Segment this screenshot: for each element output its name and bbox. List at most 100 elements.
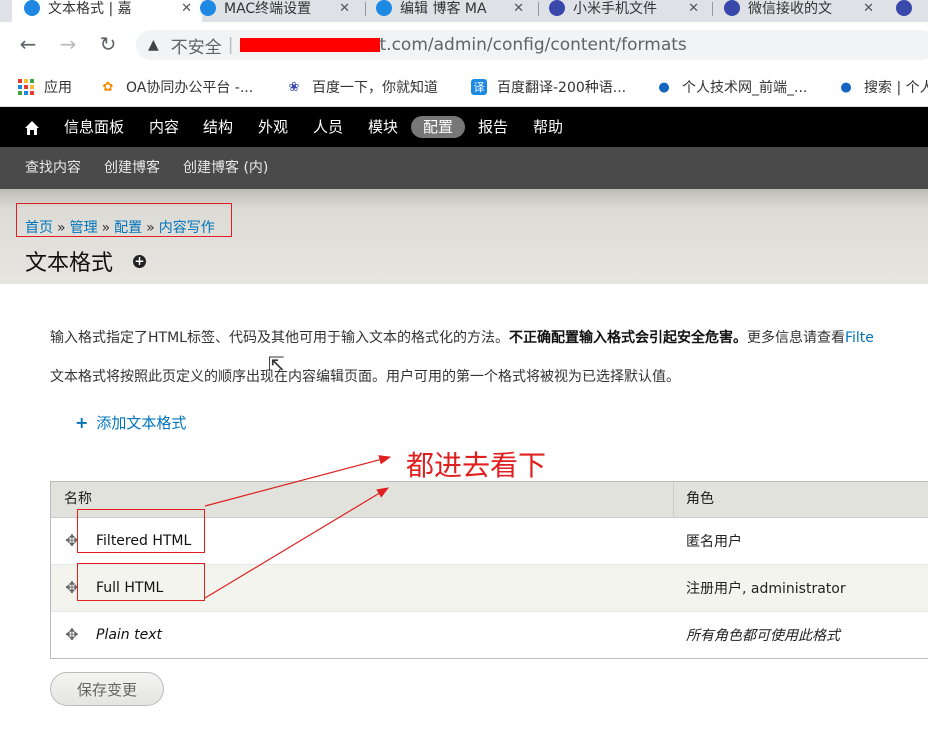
baidu-paw-icon: ❀ — [288, 79, 300, 95]
tab-close-icon[interactable]: ✕ — [513, 1, 524, 16]
drupal-favicon-icon — [24, 0, 40, 16]
drupal-favicon-icon — [200, 0, 216, 16]
reload-icon[interactable]: ↻ — [94, 30, 122, 58]
annotation-highlight-box — [77, 563, 205, 601]
bookmark-oa[interactable]: ✿ OA协同办公平台 -... — [100, 77, 254, 97]
breadcrumb-admin[interactable]: 管理 — [70, 220, 98, 236]
shortcut-create-blog[interactable]: 创建博客 — [104, 147, 160, 189]
page-title: 文本格式 — [25, 251, 114, 276]
tab-separator — [712, 2, 713, 16]
admin-menu-modules[interactable]: 模块 — [368, 107, 398, 147]
bookmark-label: 百度一下，你就知道 — [312, 80, 438, 96]
tab-close-icon[interactable]: ✕ — [688, 1, 699, 16]
roles-cell: 所有角色都可使用此格式 — [686, 628, 840, 644]
description-line-2: 文本格式将按照此页定义的顺序出现在内容编辑页面。用户可用的第一个格式将被视为已选… — [50, 369, 680, 385]
translate-icon: 译 — [471, 79, 487, 95]
bookmark-apps[interactable]: 应用 — [18, 77, 72, 97]
admin-menu-help[interactable]: 帮助 — [533, 107, 563, 147]
roles-cell: 匿名用户 — [686, 534, 742, 550]
column-header-roles: 角色 — [686, 491, 714, 507]
forward-arrow-icon[interactable]: → — [54, 30, 82, 58]
tab-label: 小米手机文件 — [573, 1, 657, 17]
url-text: t.com/admin/config/content/formats — [379, 35, 687, 55]
plus-icon: + — [75, 413, 89, 432]
address-bar[interactable]: ▲ 不安全 | t.com/admin/config/content/forma… — [136, 30, 928, 60]
redacted-domain — [239, 38, 380, 52]
tab-close-icon[interactable]: ✕ — [181, 1, 192, 16]
tab-label: 微信接收的文 — [748, 1, 832, 17]
breadcrumb-home[interactable]: 首页 — [25, 220, 53, 236]
description-line-1: 输入格式指定了HTML标签、代码及其他可用于输入文本的格式化的方法。不正确配置输… — [50, 327, 874, 347]
format-name-cell: ✥ Plain text — [51, 627, 674, 644]
breadcrumb-sep: » — [146, 220, 155, 236]
shortcut-create-blog-inner[interactable]: 创建博客 (内) — [183, 147, 268, 189]
breadcrumb-content-authoring[interactable]: 内容写作 — [159, 220, 215, 236]
browser-tab[interactable]: 编辑 博客 MA ✕ — [376, 0, 534, 22]
shortcut-find-content[interactable]: 查找内容 — [25, 147, 81, 189]
tab-close-icon[interactable]: ✕ — [863, 1, 874, 16]
home-icon[interactable] — [24, 107, 40, 147]
tab-separator — [538, 2, 539, 16]
oa-flower-icon: ✿ — [102, 79, 114, 95]
apps-grid-icon — [18, 79, 34, 95]
security-warning: 不正确配置输入格式会引起安全危害。 — [508, 330, 747, 346]
browser-tab-strip: 文本格式 | 嘉 ✕ MAC终端设置 ✕ 编辑 博客 MA ✕ 小米手机文件 ✕… — [0, 0, 928, 22]
mouse-cursor-icon: ⇱ — [268, 352, 285, 376]
breadcrumb-sep: » — [57, 220, 66, 236]
admin-menu-reports[interactable]: 报告 — [478, 107, 508, 147]
browser-tab[interactable]: MAC终端设置 ✕ — [200, 0, 360, 22]
admin-menu-people[interactable]: 人员 — [313, 107, 343, 147]
save-changes-button[interactable]: 保存变更 — [50, 672, 164, 706]
browser-toolbar: ← → ↻ ▲ 不安全 | t.com/admin/config/content… — [0, 22, 928, 68]
description-text: 更多信息请查看 — [746, 330, 845, 346]
bookmark-label: 应用 — [44, 80, 72, 96]
browser-tab[interactable]: 微信接收的文 ✕ — [724, 0, 884, 22]
table-row: ✥ Plain text 所有角色都可使用此格式 — [51, 612, 928, 658]
bookmark-baidu[interactable]: ❀ 百度一下，你就知道 — [286, 77, 438, 97]
browser-tab-active[interactable]: 文本格式 | 嘉 ✕ — [12, 0, 202, 22]
tab-label: 文本格式 | 嘉 — [48, 1, 132, 17]
format-name-link[interactable]: Plain text — [96, 627, 162, 643]
drupal-drop-icon: ● — [840, 79, 852, 95]
roles-cell: 注册用户, administrator — [686, 581, 846, 597]
admin-toolbar: 信息面板 内容 结构 外观 人员 模块 配置 报告 帮助 — [0, 107, 928, 147]
baidu-favicon-icon — [724, 0, 740, 16]
tab-label: MAC终端设置 — [224, 1, 312, 17]
tab-label: 编辑 博客 MA — [400, 1, 487, 17]
baidu-favicon-icon — [896, 0, 912, 16]
bookmark-translate[interactable]: 译 百度翻译-200种语... — [471, 77, 626, 97]
add-shortcut-icon[interactable]: + — [133, 255, 146, 268]
admin-menu-structure[interactable]: 结构 — [203, 107, 233, 147]
bookmark-label: 个人技术网_前端_... — [682, 80, 808, 96]
annotation-highlight-box — [77, 509, 205, 553]
tab-separator — [365, 2, 366, 16]
annotation-note: 都进去看下 — [406, 449, 547, 482]
admin-menu-config[interactable]: 配置 — [411, 116, 466, 138]
admin-menu-appearance[interactable]: 外观 — [258, 107, 288, 147]
bookmark-label: 百度翻译-200种语... — [497, 80, 627, 96]
bookmark-search[interactable]: ● 搜索 | 个人 — [838, 77, 928, 97]
baidu-favicon-icon — [549, 0, 565, 16]
not-secure-label: 不安全 — [170, 37, 222, 58]
breadcrumb-sep: » — [101, 220, 111, 236]
back-arrow-icon[interactable]: ← — [14, 30, 42, 58]
add-text-format-link[interactable]: + 添加文本格式 — [75, 412, 186, 433]
browser-tab[interactable]: 小米手机文件 ✕ — [549, 0, 709, 22]
bookmark-label: OA协同办公平台 -... — [126, 80, 254, 96]
bookmarks-bar: 应用 ✿ OA协同办公平台 -... ❀ 百度一下，你就知道 译 百度翻译-20… — [0, 68, 928, 107]
bookmark-techsite[interactable]: ● 个人技术网_前端_... — [656, 77, 807, 97]
admin-menu-dashboard[interactable]: 信息面板 — [64, 107, 124, 147]
shortcuts-bar: 查找内容 创建博客 创建博客 (内) — [0, 147, 928, 189]
add-text-format-label: 添加文本格式 — [96, 414, 187, 432]
bookmark-label: 搜索 | 个人 — [864, 80, 928, 96]
tab-close-icon[interactable]: ✕ — [339, 1, 350, 16]
filter-help-link[interactable]: Filte — [845, 330, 874, 346]
drupal-drop-icon: ● — [658, 79, 670, 95]
admin-menu-content[interactable]: 内容 — [149, 107, 179, 147]
breadcrumb-config[interactable]: 配置 — [114, 220, 142, 236]
description-text: 输入格式指定了HTML标签、代码及其他可用于输入文本的格式化的方法。 — [50, 330, 509, 346]
browser-tab-partial[interactable] — [896, 0, 926, 22]
warning-triangle-icon: ▲ — [148, 37, 159, 53]
address-separator: | — [227, 35, 234, 55]
drag-handle-icon[interactable]: ✥ — [64, 627, 80, 643]
